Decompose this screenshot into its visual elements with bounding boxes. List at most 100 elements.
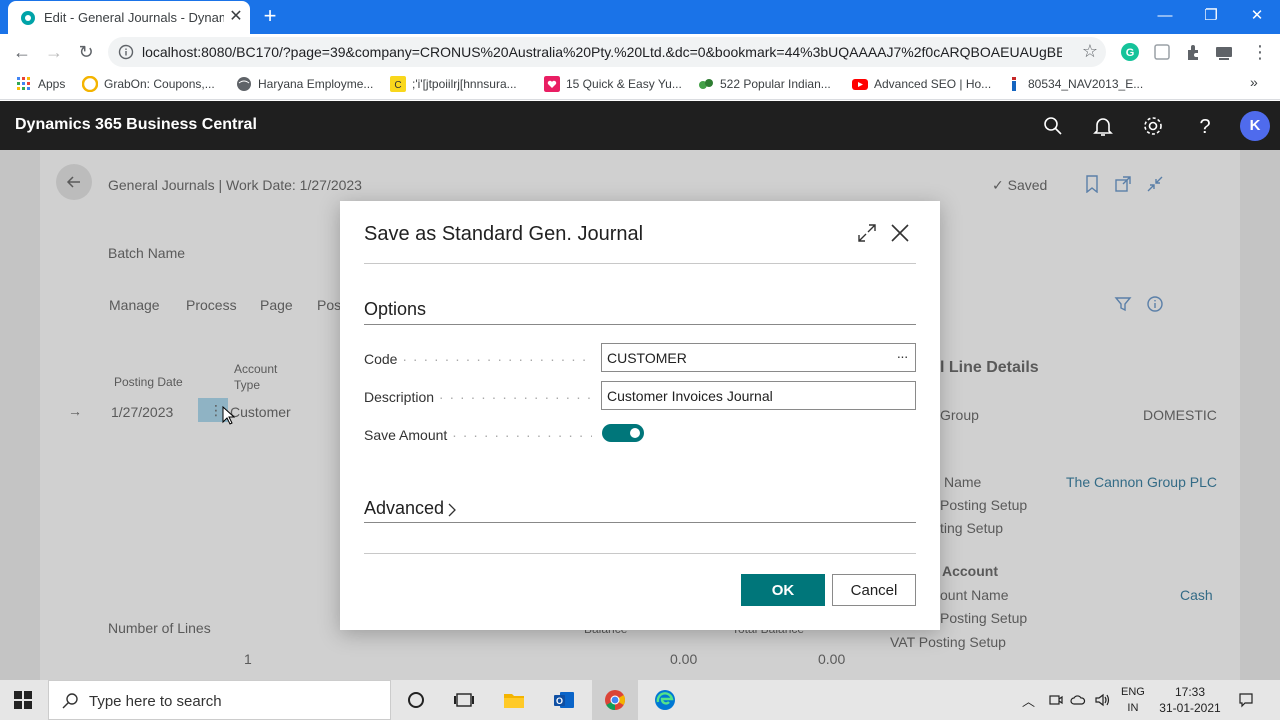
advanced-section-header[interactable]: Advanced — [364, 498, 444, 519]
heart-icon — [544, 76, 560, 92]
details-posting-setup-1: Posting Setup — [940, 497, 1028, 513]
browser-tab[interactable]: Edit - General Journals - Dynamic ✕ — [8, 1, 250, 34]
divider — [364, 553, 916, 554]
minimize-icon[interactable]: — — [1150, 4, 1180, 28]
browser-tab-bar: Edit - General Journals - Dynamic ✕ + — … — [0, 0, 1280, 34]
bookmark-haryana[interactable]: Haryana Employme... — [236, 76, 373, 92]
col-account-type: Account Type — [234, 362, 278, 392]
close-icon[interactable] — [888, 221, 912, 245]
reload-icon[interactable]: ↻ — [74, 40, 98, 64]
onedrive-icon[interactable] — [1070, 692, 1086, 708]
bookmark-custom[interactable]: C ;'i'[jtpoiilrj[hnnsura... — [390, 76, 517, 92]
svg-text:C: C — [394, 80, 401, 91]
extension-icon[interactable] — [1152, 42, 1172, 62]
action-page: Page — [260, 297, 293, 313]
options-section-header[interactable]: Options — [364, 299, 426, 320]
details-name-value: The Cannon Group PLC — [1066, 474, 1217, 490]
details-name-label: Name — [944, 474, 982, 490]
puzzle-extensions-icon[interactable] — [1184, 42, 1204, 62]
lookup-ellipsis-icon[interactable]: ··· — [893, 349, 911, 367]
cancel-button[interactable]: Cancel — [832, 574, 916, 606]
number-of-lines-value: 1 — [244, 651, 252, 667]
chrome-icon[interactable] — [603, 688, 627, 712]
gear-icon[interactable] — [1142, 115, 1164, 137]
bookmark-grabon[interactable]: GrabOn: Coupons,... — [82, 76, 215, 92]
bookmark-indian[interactable]: 522 Popular Indian... — [698, 76, 831, 92]
chevron-right-icon[interactable] — [446, 502, 458, 518]
details-group-value: DOMESTIC — [1143, 407, 1217, 423]
details-account-name-value: Cash — [1180, 587, 1213, 603]
expand-icon[interactable] — [856, 222, 878, 244]
save-amount-label: Save Amount — [364, 427, 592, 443]
row-arrow-icon: → — [68, 403, 82, 419]
details-vat-posting-setup: VAT Posting Setup — [890, 634, 1006, 650]
apps-grid-icon — [17, 77, 30, 90]
save-amount-toggle[interactable] — [602, 424, 644, 442]
app-title[interactable]: Dynamics 365 Business Central — [15, 116, 257, 134]
grammarly-extension-icon[interactable]: G — [1120, 42, 1140, 62]
meet-now-icon[interactable] — [1048, 692, 1064, 708]
description-field[interactable] — [601, 381, 916, 410]
site-info-icon[interactable] — [118, 44, 134, 60]
open-new-window-icon — [1115, 176, 1131, 192]
edge-icon[interactable] — [653, 688, 677, 712]
windows-start-icon[interactable] — [14, 691, 32, 709]
search-icon[interactable] — [1042, 115, 1064, 137]
tab-close-icon[interactable]: ✕ — [226, 7, 246, 27]
bookmark-icon — [1086, 175, 1098, 193]
number-of-lines-label: Number of Lines — [108, 620, 211, 636]
file-explorer-icon[interactable] — [502, 688, 526, 712]
bookmark-recipes[interactable]: 15 Quick & Easy Yu... — [544, 76, 682, 92]
back-arrow-icon — [56, 164, 92, 200]
window-close-icon[interactable]: ✕ — [1242, 4, 1272, 28]
bookmark-seo[interactable]: Advanced SEO | Ho... — [852, 76, 991, 92]
action-posting: Pos — [317, 297, 342, 313]
url-text: localhost:8080/BC170/?page=39&company=CR… — [142, 44, 1062, 60]
save-standard-journal-dialog: Save as Standard Gen. Journal Options Co… — [340, 201, 940, 630]
info-i-icon — [1012, 77, 1016, 91]
details-title: l Line Details — [940, 359, 1039, 376]
restore-icon[interactable]: ❐ — [1196, 4, 1226, 28]
batch-name-label: Batch Name — [108, 245, 186, 261]
more-bookmarks-icon[interactable]: » — [1250, 74, 1258, 90]
omnibox[interactable]: localhost:8080/BC170/?page=39&company=CR… — [108, 37, 1106, 67]
details-group-label: Group — [940, 407, 979, 423]
tray-chevron-up-icon[interactable]: ︿ — [1022, 691, 1035, 710]
svg-text:O: O — [556, 696, 563, 706]
help-icon[interactable]: ? — [1194, 115, 1216, 137]
volume-icon[interactable] — [1094, 692, 1110, 708]
tab-title: Edit - General Journals - Dynamic — [44, 10, 224, 25]
bell-icon[interactable] — [1092, 115, 1114, 137]
system-clock[interactable]: 17:33 31-01-2021 — [1150, 684, 1230, 716]
row-account-type: Customer — [230, 404, 291, 420]
windows-taskbar: Type here to search O ︿ ENG IN 17:33 31-… — [0, 680, 1280, 720]
info-icon — [1147, 296, 1163, 312]
details-posting-setup-2: ting Setup — [940, 520, 1004, 536]
notification-icon[interactable] — [1238, 692, 1254, 708]
globe-icon — [237, 77, 251, 91]
task-view-icon[interactable] — [452, 688, 476, 712]
taskbar-search-box[interactable]: Type here to search — [48, 680, 391, 720]
input-language[interactable]: ENG IN — [1121, 684, 1145, 716]
bookmark-nav2013[interactable]: 80534_NAV2013_E... — [1006, 76, 1143, 92]
bookmark-star-icon[interactable]: ☆ — [1082, 41, 1098, 62]
code-label: Code — [364, 351, 592, 367]
avatar[interactable]: K — [1240, 111, 1270, 141]
media-extension-icon[interactable] — [1214, 42, 1234, 62]
dialog-title: Save as Standard Gen. Journal — [364, 223, 644, 245]
forward-icon[interactable]: → — [42, 40, 66, 64]
new-tab-icon[interactable]: + — [258, 4, 282, 28]
action-process: Process — [186, 297, 237, 313]
cortana-icon[interactable] — [404, 688, 428, 712]
back-icon[interactable]: ← — [10, 40, 34, 64]
ok-button[interactable]: OK — [741, 574, 825, 606]
browser-menu-icon[interactable]: ⋮ — [1248, 40, 1272, 64]
code-field[interactable] — [601, 343, 916, 372]
c-letter-icon: C — [390, 76, 406, 92]
divider — [364, 324, 916, 325]
bookmark-apps[interactable]: Apps — [16, 76, 65, 92]
leaf-icon — [699, 79, 713, 89]
outlook-icon[interactable]: O — [552, 688, 576, 712]
grabon-icon — [82, 76, 98, 92]
saved-status: ✓ Saved — [992, 177, 1048, 193]
